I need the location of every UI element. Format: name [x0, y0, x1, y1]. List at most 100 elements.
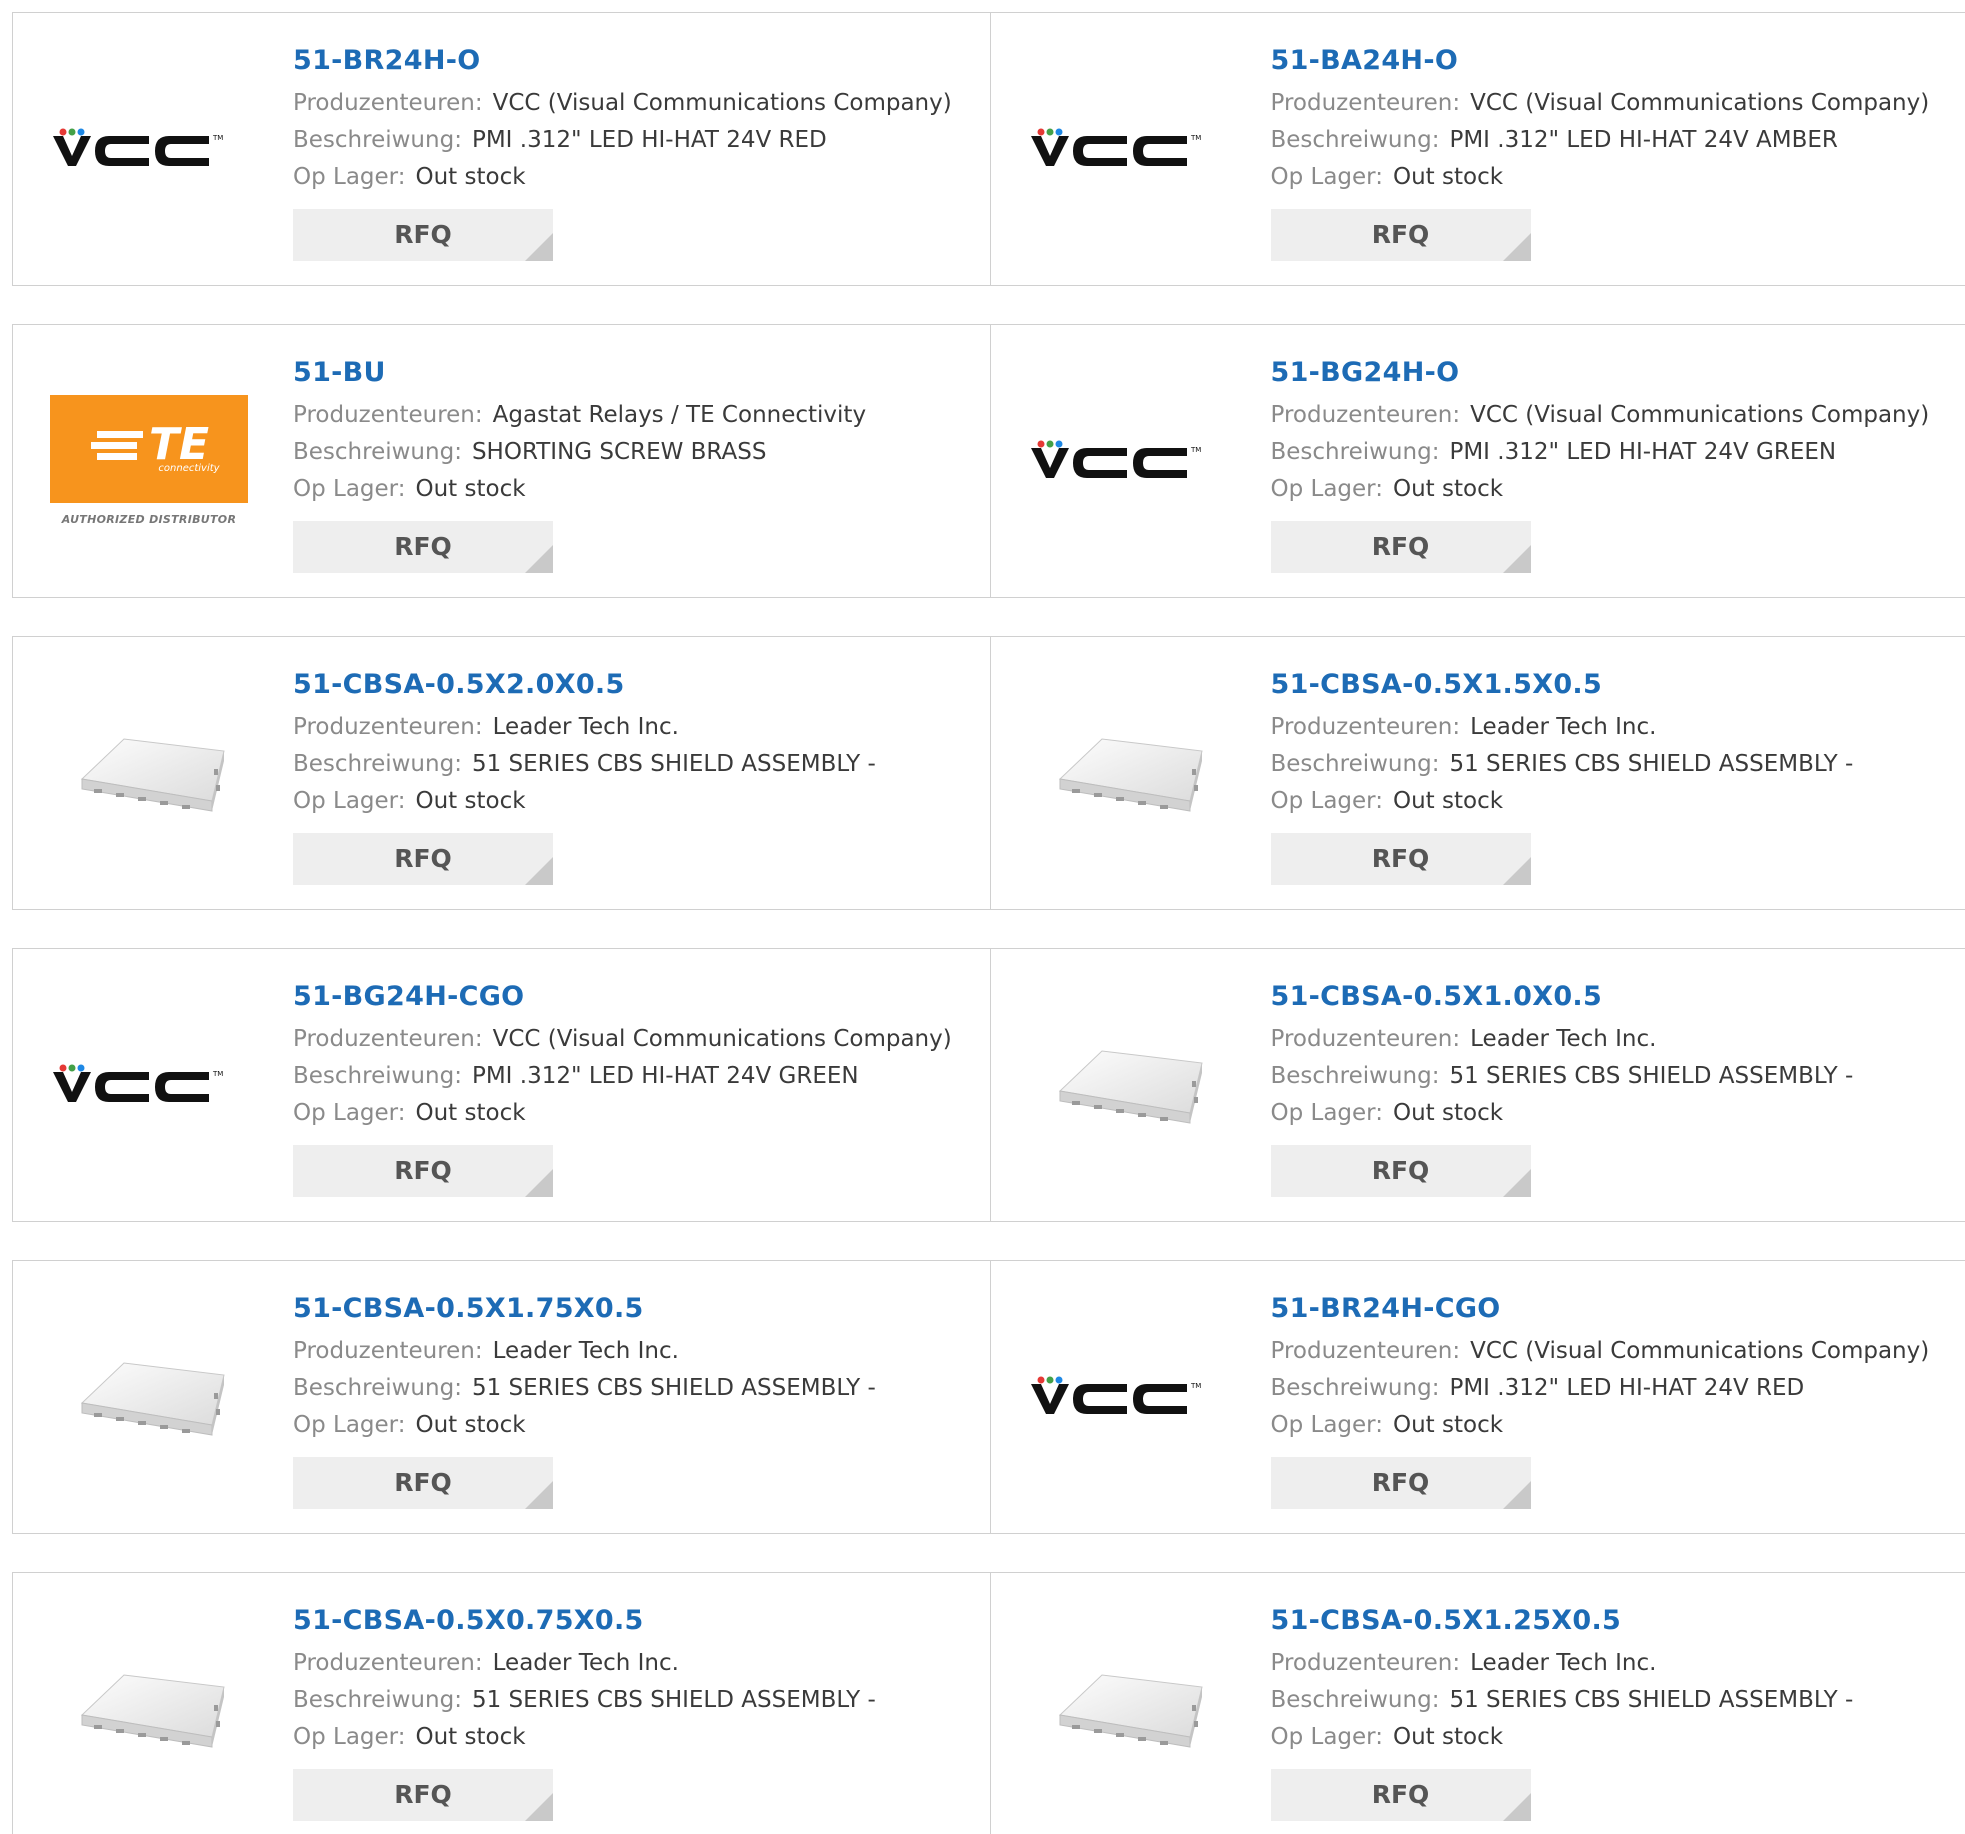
manufacturer-row: Produzenteuren: Leader Tech Inc. — [293, 1645, 973, 1682]
vcc-logo: TM — [1027, 118, 1227, 178]
product-logo[interactable]: TM — [1027, 385, 1227, 535]
rfq-button[interactable]: RFQ — [1271, 1457, 1531, 1509]
part-number-link[interactable]: 51-CBSA-0.5X1.0X0.5 — [1271, 979, 1951, 1021]
manufacturer-row: Produzenteuren:VCC (Visual Communication… — [1271, 397, 1951, 434]
shield-image — [64, 1653, 234, 1763]
stock-label: Op Lager: — [1271, 788, 1383, 814]
description-value: PMI .312" LED HI-HAT 24V GREEN — [1449, 439, 1836, 465]
stock-row: Op Lager: Out stock — [293, 783, 973, 820]
te-tagline: connectivity — [158, 463, 219, 474]
rfq-button[interactable]: RFQ — [1271, 1145, 1531, 1197]
product-logo[interactable] — [49, 697, 249, 847]
rfq-button[interactable]: RFQ — [293, 1769, 553, 1821]
shield-image — [64, 717, 234, 827]
product-logo[interactable] — [49, 1633, 249, 1783]
product-card: 51-CBSA-0.5X2.0X0.5 Produzenteuren:Leade… — [13, 637, 990, 909]
manufacturer-row: Produzenteuren:Leader Tech Inc. — [293, 1333, 973, 1370]
product-info: 51-BA24H-O Produzenteuren:VCC (Visual Co… — [1271, 43, 1951, 261]
rfq-button[interactable]: RFQ — [1271, 209, 1531, 261]
stock-label: Op Lager: — [293, 788, 405, 814]
product-info: 51-CBSA-0.5X1.5X0.5 Produzenteuren:Leade… — [1271, 667, 1951, 885]
rfq-label: RFQ — [394, 532, 452, 561]
description-row: Beschreiwung:51 SERIES CBS SHIELD ASSEMB… — [293, 1682, 973, 1719]
shield-image — [1042, 717, 1212, 827]
stock-value: Out stock — [415, 788, 525, 814]
part-number-link[interactable]: 51-BG24H-O — [1271, 355, 1951, 397]
rfq-button[interactable]: RFQ — [293, 1145, 553, 1197]
vcc-logo: TM — [49, 118, 249, 178]
manufacturer-row: Produzenteuren:VCC (Visual Communication… — [293, 85, 973, 122]
product-card: 51-CBSA-0.5X0.75X0.5 Produzenteuren: Lead… — [13, 1573, 990, 1834]
stock-value: Out stock — [415, 1100, 525, 1126]
stock-value: Out stock — [415, 1412, 525, 1438]
te-mark: TE — [149, 423, 209, 467]
rfq-label: RFQ — [394, 1780, 452, 1809]
product-card: TM 51-BA24H-O Produzenteuren:VCC (Visual… — [990, 13, 1965, 285]
product-info: 51-CBSA-0.5X0.75X0.5 Produzenteuren: Lead… — [293, 1603, 973, 1821]
product-row: 51-CBSA-0.5X0.75X0.5 Produzenteuren: Lead… — [12, 1572, 1965, 1834]
part-number-link[interactable]: 51-BG24H-CGO — [293, 979, 973, 1021]
product-logo[interactable] — [1027, 1009, 1227, 1159]
manufacturer-value: Leader Tech Inc. — [1470, 1650, 1656, 1676]
description-value: 51 SERIES CBS SHIELD ASSEMBLY - — [1449, 1063, 1853, 1089]
stock-value: Out stock — [1393, 788, 1503, 814]
part-number-link[interactable]: 51-CBSA-0.5X1.5X0.5 — [1271, 667, 1951, 709]
part-number-link[interactable]: 51-BR24H-CGO — [1271, 1291, 1951, 1333]
rfq-button[interactable]: RFQ — [293, 209, 553, 261]
manufacturer-row: Produzenteuren:VCC (Visual Communication… — [1271, 1333, 1951, 1370]
rfq-label: RFQ — [394, 1468, 452, 1497]
stock-value: Out stock — [1393, 1100, 1503, 1126]
stock-row: Op Lager:Out stock — [1271, 1407, 1951, 1444]
product-card: TM 51-BR24H-O Produzenteuren:VCC (Visual… — [13, 13, 990, 285]
stock-value: Out stock — [415, 1724, 525, 1750]
product-logo[interactable] — [1027, 1633, 1227, 1783]
product-logo[interactable] — [1027, 697, 1227, 847]
part-number-link[interactable]: 51-CBSA-0.5X1.25X0.5 — [1271, 1603, 1951, 1645]
part-number-link[interactable]: 51-CBSA-0.5X0.75X0.5 — [293, 1603, 973, 1645]
part-number-link[interactable]: 51-BA24H-O — [1271, 43, 1951, 85]
product-logo[interactable]: TM — [49, 73, 249, 223]
stock-row: Op Lager:Out stock — [293, 1095, 973, 1132]
vcc-logo: TM — [1027, 1366, 1227, 1426]
description-value: 51 SERIES CBS SHIELD ASSEMBLY - — [472, 751, 876, 777]
svg-text:TM: TM — [212, 134, 223, 142]
rfq-button[interactable]: RFQ — [1271, 1769, 1531, 1821]
description-value: 51 SERIES CBS SHIELD ASSEMBLY - — [1449, 751, 1853, 777]
description-label: Beschreiwung: — [1271, 439, 1440, 465]
rfq-button[interactable]: RFQ — [1271, 521, 1531, 573]
shield-image — [1042, 1029, 1212, 1139]
rfq-button[interactable]: RFQ — [293, 1457, 553, 1509]
product-logo[interactable]: TM — [1027, 73, 1227, 223]
corner-triangle-icon — [525, 1481, 553, 1509]
product-card: 51-CBSA-0.5X1.75X0.5 Produzenteuren:Lead… — [13, 1261, 990, 1533]
description-label: Beschreiwung: — [293, 751, 462, 777]
manufacturer-label: Produzenteuren: — [293, 1026, 483, 1052]
stock-label: Op Lager: — [1271, 1724, 1383, 1750]
part-number-link[interactable]: 51-BR24H-O — [293, 43, 973, 85]
description-row: Beschreiwung: 51 SERIES CBS SHIELD ASSEMB… — [293, 746, 973, 783]
product-logo[interactable]: TE connectivity AUTHORIZED DISTRIBUTOR — [49, 385, 249, 535]
rfq-button[interactable]: RFQ — [1271, 833, 1531, 885]
manufacturer-value: VCC (Visual Communications Company) — [1470, 402, 1929, 428]
part-number-link[interactable]: 51-BU — [293, 355, 973, 397]
corner-triangle-icon — [1503, 1481, 1531, 1509]
description-value: SHORTING SCREW BRASS — [472, 439, 766, 465]
product-logo[interactable]: TM — [49, 1009, 249, 1159]
product-card: TM 51-BG24H-CGO Produzenteuren:VCC (Visu… — [13, 949, 990, 1221]
product-logo[interactable] — [49, 1321, 249, 1471]
description-label: Beschreiwung: — [293, 127, 462, 153]
manufacturer-label: Produzenteuren: — [293, 1650, 483, 1676]
description-label: Beschreiwung: — [293, 1063, 462, 1089]
rfq-button[interactable]: RFQ — [293, 521, 553, 573]
manufacturer-row: Produzenteuren:VCC (Visual Communication… — [1271, 85, 1951, 122]
part-number-link[interactable]: 51-CBSA-0.5X1.75X0.5 — [293, 1291, 973, 1333]
manufacturer-value: Leader Tech Inc. — [493, 1650, 679, 1676]
stock-label: Op Lager: — [293, 476, 405, 502]
rfq-label: RFQ — [394, 844, 452, 873]
stock-label: Op Lager: — [1271, 164, 1383, 190]
rfq-button[interactable]: RFQ — [293, 833, 553, 885]
description-value: PMI .312" LED HI-HAT 24V GREEN — [472, 1063, 859, 1089]
part-number-link[interactable]: 51-CBSA-0.5X2.0X0.5 — [293, 667, 973, 709]
manufacturer-label: Produzenteuren: — [293, 90, 483, 116]
product-logo[interactable]: TM — [1027, 1321, 1227, 1471]
